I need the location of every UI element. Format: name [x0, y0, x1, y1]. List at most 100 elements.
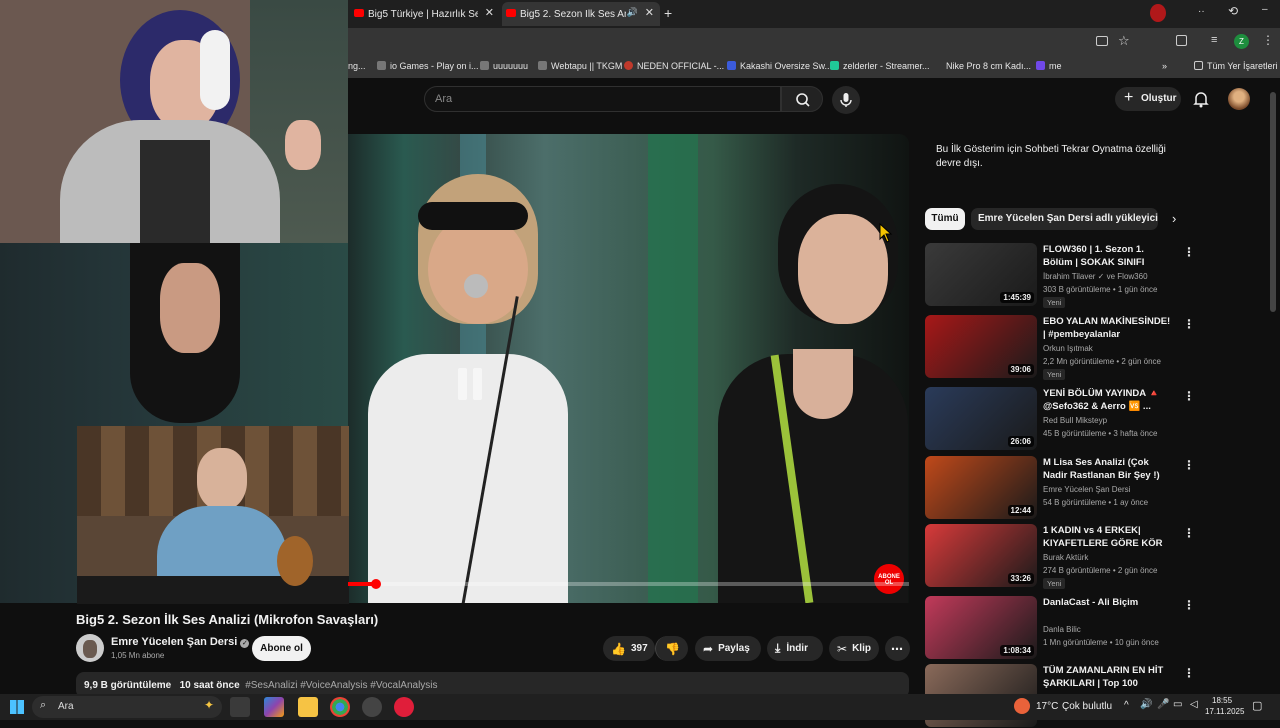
- speaker-icon[interactable]: ◁: [1190, 699, 1198, 710]
- more-actions-button[interactable]: ⋯: [885, 636, 910, 661]
- more-vertical-icon[interactable]: ⋮: [1183, 458, 1195, 472]
- bookmark-star-icon[interactable]: ☆: [1118, 33, 1130, 49]
- share-button[interactable]: ➦ Paylaş: [695, 636, 761, 661]
- file-explorer-icon[interactable]: [298, 697, 318, 717]
- new-tab-button[interactable]: +: [664, 5, 672, 21]
- recommendation-channel[interactable]: İbrahim Tilaver ✓ ve Flow360: [1043, 272, 1148, 281]
- more-vertical-icon[interactable]: ⋮: [1183, 245, 1195, 259]
- chevron-right-icon[interactable]: ›: [1172, 211, 1176, 226]
- video-thumbnail[interactable]: 26:06: [925, 387, 1037, 450]
- bookmarks-overflow-icon[interactable]: »: [1162, 61, 1167, 71]
- filter-chip-all[interactable]: Tümü: [925, 208, 965, 230]
- audio-playing-icon[interactable]: 🔊: [627, 7, 638, 18]
- pause-overlay-icon[interactable]: [448, 356, 492, 412]
- copilot-icon[interactable]: [264, 697, 284, 717]
- close-window-button[interactable]: –: [1262, 4, 1268, 15]
- create-button[interactable]: + Oluştur: [1115, 87, 1181, 111]
- bookmark-item[interactable]: Nike Pro 8 cm Kadı...: [946, 61, 1031, 71]
- tab-big5-ses-analizi[interactable]: Big5 2. Sezon İlk Ses Analiz... 🔊 ✕: [502, 2, 660, 26]
- progress-scrubber[interactable]: [371, 579, 382, 589]
- page-scrollbar[interactable]: [1270, 84, 1276, 694]
- bookmark-item[interactable]: NEDEN OFFICIAL -...: [624, 61, 724, 71]
- recommendation-title[interactable]: EBO YALAN MAKİNESİNDE! | #pembeyalanlar: [1043, 315, 1173, 341]
- recommendation-card[interactable]: 1:08:34 DanlaCast - Ali Biçim Danla Bilic 1…: [925, 596, 1195, 660]
- recommendation-card[interactable]: 12:44 M Lisa Ses Analizi (Çok Nadir Rastl…: [925, 456, 1195, 520]
- tab-big5-turkiye[interactable]: Big5 Türkiye | Hazırlık Sezonu B... ✕: [350, 2, 500, 26]
- profile-avatar[interactable]: Z: [1234, 34, 1249, 49]
- recommendation-title[interactable]: FLOW360 | 1. Sezon 1. Bölüm | SOKAK SINI…: [1043, 243, 1173, 270]
- bookmark-item[interactable]: Kakashi Oversize Sw...: [727, 61, 832, 71]
- media-control-icon[interactable]: ≡: [1211, 34, 1217, 46]
- more-vertical-icon[interactable]: ⋮: [1183, 526, 1195, 540]
- close-tab-icon[interactable]: ✕: [485, 6, 494, 19]
- account-avatar[interactable]: [1228, 88, 1250, 110]
- channel-avatar[interactable]: [76, 634, 104, 662]
- channel-name[interactable]: Emre Yücelen Şan Dersi ✓: [111, 636, 250, 648]
- recommendation-title[interactable]: YENİ BÖLÜM YAYINDA 🔺 @Sefo362 & Aerro 🆚 …: [1043, 387, 1173, 413]
- more-vertical-icon[interactable]: ⋮: [1183, 666, 1195, 680]
- bookmark-item[interactable]: uuuuuuu: [480, 61, 528, 71]
- filter-chip-uploader[interactable]: Emre Yücelen Şan Dersi adlı yükleyiciden: [971, 208, 1158, 230]
- video-progress-bar[interactable]: [348, 579, 909, 589]
- recommendation-card[interactable]: 39:06 EBO YALAN MAKİNESİNDE! | #pembeyala…: [925, 315, 1195, 380]
- clock-date[interactable]: 17.11.2025: [1205, 707, 1244, 716]
- recommendation-card[interactable]: 33:26 1 KADIN vs 4 ERKEK| KIYAFETLERE GÖR…: [925, 524, 1195, 589]
- more-vertical-icon[interactable]: ⋮: [1183, 317, 1195, 331]
- recommendation-title[interactable]: TÜM ZAMANLARIN EN HİT ŞARKILARI | Top 10…: [1043, 664, 1173, 690]
- video-player[interactable]: ABONE OL: [348, 134, 909, 603]
- video-thumbnail[interactable]: 39:06: [925, 315, 1037, 378]
- clock-time[interactable]: 18:55: [1212, 696, 1232, 705]
- minimize-button[interactable]: ··: [1198, 6, 1205, 17]
- voice-search-button[interactable]: [832, 86, 860, 114]
- obs-icon[interactable]: [362, 697, 382, 717]
- hashtags[interactable]: #SesAnalizi #VoiceAnalysis #VocalAnalysi…: [245, 680, 437, 691]
- dislike-button[interactable]: 👎: [655, 636, 688, 661]
- opera-icon[interactable]: [394, 697, 414, 717]
- network-icon[interactable]: ▭: [1173, 699, 1182, 710]
- bookmark-item[interactable]: Webtapu || TKGM: [538, 61, 622, 71]
- scrollbar-thumb[interactable]: [1270, 92, 1276, 312]
- bookmark-item[interactable]: io Games - Play on i...: [377, 61, 479, 71]
- taskbar-search[interactable]: ⌕ Ara ✦: [32, 696, 222, 718]
- recommendation-title[interactable]: M Lisa Ses Analizi (Çok Nadir Rastlanan …: [1043, 456, 1173, 482]
- subscribe-button[interactable]: Abone ol: [252, 636, 311, 661]
- recommendation-card[interactable]: 1:45:39 FLOW360 | 1. Sezon 1. Bölüm | SOK…: [925, 243, 1195, 308]
- download-button[interactable]: ⤓ İndir: [767, 636, 823, 661]
- search-input[interactable]: Ara: [424, 86, 781, 112]
- recommendation-channel[interactable]: Orkun Işıtmak: [1043, 344, 1093, 353]
- restore-button[interactable]: ⟲: [1228, 4, 1238, 18]
- search-button[interactable]: [781, 86, 823, 112]
- recommendation-channel[interactable]: Red Bull Mikstеyp: [1043, 416, 1107, 425]
- recommendation-channel[interactable]: Danla Bilic: [1043, 625, 1081, 634]
- all-bookmarks-folder[interactable]: Tüm Yer İşaretleri: [1194, 61, 1278, 71]
- video-thumbnail[interactable]: 33:26: [925, 524, 1037, 587]
- video-thumbnail[interactable]: 1:45:39: [925, 243, 1037, 306]
- abone-ol-watermark[interactable]: ABONE OL: [874, 564, 904, 594]
- close-tab-icon[interactable]: ✕: [645, 6, 654, 19]
- video-thumbnail[interactable]: 1:08:34: [925, 596, 1037, 659]
- bookmark-item[interactable]: me: [1036, 61, 1062, 71]
- install-app-icon[interactable]: [1096, 36, 1108, 46]
- clip-button[interactable]: ✂ Klip: [829, 636, 879, 661]
- recommendation-title[interactable]: DanlaCast - Ali Biçim: [1043, 596, 1173, 609]
- more-vertical-icon[interactable]: ⋮: [1183, 598, 1195, 612]
- windows-start-icon[interactable]: [10, 700, 24, 714]
- recommendation-title[interactable]: 1 KADIN vs 4 ERKEK| KIYAFETLERE GÖRE KÖR…: [1043, 524, 1173, 551]
- volume-icon[interactable]: 🔊: [1140, 699, 1152, 710]
- notifications-bell-icon[interactable]: [1193, 90, 1209, 113]
- task-view-icon[interactable]: [230, 697, 250, 717]
- recommendation-channel[interactable]: Emre Yücelen Şan Dersi: [1043, 485, 1130, 494]
- recommendation-card[interactable]: 26:06 YENİ BÖLÜM YAYINDA 🔺 @Sefo362 & Aer…: [925, 387, 1195, 451]
- bookmark-item[interactable]: zelderler - Streamer...: [830, 61, 930, 71]
- microphone-tray-icon[interactable]: 🎤: [1157, 699, 1169, 710]
- browser-menu-icon[interactable]: ⋮: [1262, 33, 1274, 47]
- video-thumbnail[interactable]: 12:44: [925, 456, 1037, 519]
- tray-chevron-icon[interactable]: ^: [1124, 700, 1129, 711]
- extensions-icon[interactable]: [1176, 35, 1187, 46]
- bookmark-item[interactable]: ing...: [346, 61, 366, 71]
- more-vertical-icon[interactable]: ⋮: [1183, 389, 1195, 403]
- notifications-icon[interactable]: ▢: [1252, 699, 1262, 712]
- like-button[interactable]: 👍 397: [603, 636, 655, 661]
- chrome-icon[interactable]: [330, 697, 350, 717]
- recommendation-channel[interactable]: Burak Aktürk: [1043, 553, 1088, 562]
